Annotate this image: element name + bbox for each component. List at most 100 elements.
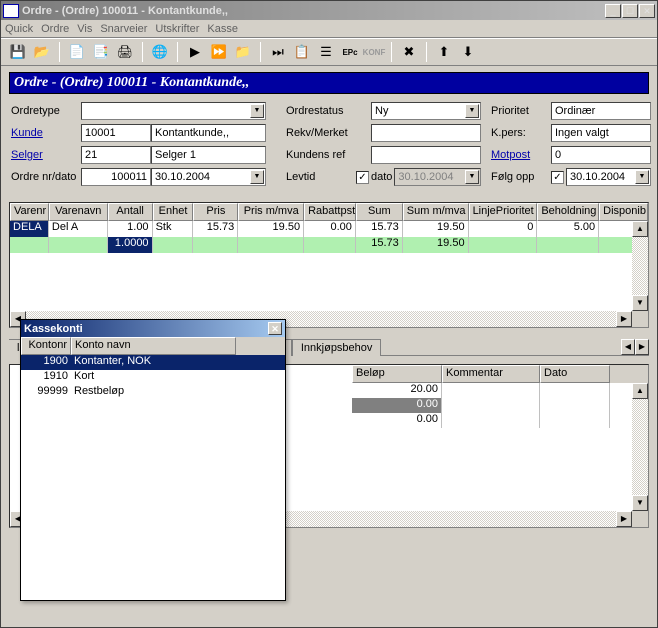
col-varenr[interactable]: Varenr — [10, 203, 49, 221]
vertical-scrollbar[interactable]: ▲ ▼ — [632, 221, 648, 311]
levtid-dato-label: dato — [371, 171, 392, 183]
ordrenr-label: Ordre nr/dato — [11, 171, 81, 183]
col-prismva[interactable]: Pris m/mva — [238, 203, 304, 221]
col-behold[interactable]: Beholdning — [537, 203, 599, 221]
table-row[interactable]: 20.00 — [352, 383, 648, 398]
table-row[interactable]: DELA Del A 1.00 Stk 15.73 19.50 0.00 15.… — [10, 221, 648, 237]
globe-icon[interactable]: 🌐 — [149, 41, 171, 63]
toolbar: 💾 📂 📄 📑 🖨 🌐 ▶ ⏩ 📁 ⏭ 📋 ☰ EPc KONF ✖ ⬆ ⬇ — [1, 38, 657, 66]
col-antall[interactable]: Antall — [108, 203, 153, 221]
up-icon[interactable]: ⬆ — [433, 41, 455, 63]
rekv-field[interactable] — [371, 124, 481, 142]
col-disp[interactable]: Disponib — [599, 203, 648, 221]
docs-icon[interactable]: 📑 — [90, 41, 112, 63]
kpers-field[interactable] — [551, 124, 651, 142]
kundensref-label: Kundens ref — [286, 149, 356, 161]
epc-icon[interactable]: EPc — [339, 41, 361, 63]
folgopp-checkbox[interactable]: ✓ — [551, 171, 564, 184]
menu-ordre[interactable]: Ordre — [41, 23, 69, 35]
table-row[interactable]: 0.00 — [352, 413, 648, 428]
scroll-right-icon[interactable]: ▶ — [616, 511, 632, 527]
play-icon[interactable]: ▶ — [184, 41, 206, 63]
scroll-up-icon[interactable]: ▲ — [632, 221, 648, 237]
scroll-right-icon[interactable]: ▶ — [616, 311, 632, 327]
kunde-label[interactable]: Kunde — [11, 127, 81, 139]
folder-icon[interactable]: 📂 — [31, 41, 53, 63]
scroll-up-icon[interactable]: ▲ — [632, 383, 648, 399]
titlebar: Ordre - (Ordre) 100011 - Kontantkunde,, … — [1, 1, 657, 20]
col-enhet[interactable]: Enhet — [153, 203, 194, 221]
kundensref-field[interactable] — [371, 146, 481, 164]
folgopp-combo[interactable]: 30.10.2004▼ — [566, 168, 651, 186]
col-kontonr[interactable]: Kontonr — [21, 337, 71, 355]
col-belop[interactable]: Beløp — [352, 365, 442, 383]
ordrestatus-combo[interactable]: Ny▼ — [371, 102, 481, 120]
chevron-down-icon[interactable]: ▼ — [465, 170, 479, 184]
ordredato-combo[interactable]: 30.10.2004▼ — [151, 168, 266, 186]
maximize-button[interactable]: ☐ — [622, 4, 638, 18]
kunde-navn-field[interactable] — [151, 124, 266, 142]
ordrenr-field[interactable] — [81, 168, 151, 186]
last-icon[interactable]: ⏭ — [267, 41, 289, 63]
col-rabatt[interactable]: Rabattpst — [304, 203, 356, 221]
tab-scroll-left[interactable]: ◀ — [621, 339, 635, 355]
order-form: Ordretype ▼ Ordrestatus Ny▼ Prioritet Ku… — [1, 96, 657, 194]
cancel-icon[interactable]: ✖ — [398, 41, 420, 63]
popup-close-button[interactable]: ✕ — [268, 322, 282, 335]
levtid-dato-combo[interactable]: 30.10.2004▼ — [394, 168, 481, 186]
ordretype-combo[interactable]: ▼ — [81, 102, 266, 120]
chevron-down-icon[interactable]: ▼ — [250, 104, 264, 118]
selger-navn-field[interactable] — [151, 146, 266, 164]
menu-utskrifter[interactable]: Utskrifter — [155, 23, 199, 35]
folgopp-label: Følg opp — [491, 171, 551, 183]
levtid-checkbox[interactable]: ✓ — [356, 171, 369, 184]
col-kommentar[interactable]: Kommentar — [442, 365, 540, 383]
print-icon[interactable]: 🖨 — [114, 41, 136, 63]
col-varenavn[interactable]: Varenavn — [49, 203, 108, 221]
menu-quick[interactable]: Quick — [5, 23, 33, 35]
scroll-down-icon[interactable]: ▼ — [632, 495, 648, 511]
scroll-down-icon[interactable]: ▼ — [632, 295, 648, 311]
window-title: Ordre - (Ordre) 100011 - Kontantkunde,, — [22, 5, 605, 17]
selger-label[interactable]: Selger — [11, 149, 81, 161]
tab-scroll-right[interactable]: ▶ — [635, 339, 649, 355]
chevron-down-icon[interactable]: ▼ — [635, 170, 649, 184]
menu-kasse[interactable]: Kasse — [207, 23, 238, 35]
prioritet-field[interactable] — [551, 102, 651, 120]
kassekonti-popup[interactable]: Kassekonti ✕ Kontonr Konto navn 1900 Kon… — [20, 319, 286, 601]
col-dato[interactable]: Dato — [540, 365, 610, 383]
order-lines-grid[interactable]: Varenr Varenavn Antall Enhet Pris Pris m… — [9, 202, 649, 328]
kunde-id-field[interactable] — [81, 124, 151, 142]
down-icon[interactable]: ⬇ — [457, 41, 479, 63]
chevron-down-icon[interactable]: ▼ — [250, 170, 264, 184]
doc-icon[interactable]: 📄 — [66, 41, 88, 63]
col-summva[interactable]: Sum m/mva — [403, 203, 469, 221]
close-button[interactable]: ✕ — [639, 4, 655, 18]
col-sum[interactable]: Sum — [356, 203, 403, 221]
list-item[interactable]: 1900 Kontanter, NOK — [21, 355, 285, 370]
menu-vis[interactable]: Vis — [77, 23, 92, 35]
selger-id-field[interactable] — [81, 146, 151, 164]
col-kontonavn[interactable]: Konto navn — [71, 337, 236, 355]
fwd-icon[interactable]: ⏩ — [208, 41, 230, 63]
motpost-field[interactable] — [551, 146, 651, 164]
list-icon[interactable]: ☰ — [315, 41, 337, 63]
chevron-down-icon[interactable]: ▼ — [465, 104, 479, 118]
popup-title: Kassekonti — [24, 323, 268, 335]
save-icon[interactable]: 💾 — [7, 41, 29, 63]
table-row[interactable]: 0.00 — [352, 398, 648, 413]
motpost-label[interactable]: Motpost — [491, 149, 551, 161]
col-linjepri[interactable]: LinjePrioritet — [469, 203, 538, 221]
prioritet-label: Prioritet — [491, 105, 551, 117]
tab-innkjop[interactable]: Innkjøpsbehov — [292, 339, 382, 356]
open-icon[interactable]: 📁 — [232, 41, 254, 63]
table-row[interactable]: 1.0000 15.73 19.50 — [10, 237, 648, 253]
list-item[interactable]: 99999 Restbeløp — [21, 385, 285, 400]
menu-snarveier[interactable]: Snarveier — [100, 23, 147, 35]
konf-icon[interactable]: KONF — [363, 41, 385, 63]
vertical-scrollbar[interactable]: ▲ ▼ — [632, 383, 648, 511]
list-item[interactable]: 1910 Kort — [21, 370, 285, 385]
col-pris[interactable]: Pris — [193, 203, 238, 221]
minimize-button[interactable]: _ — [605, 4, 621, 18]
copy-icon[interactable]: 📋 — [291, 41, 313, 63]
